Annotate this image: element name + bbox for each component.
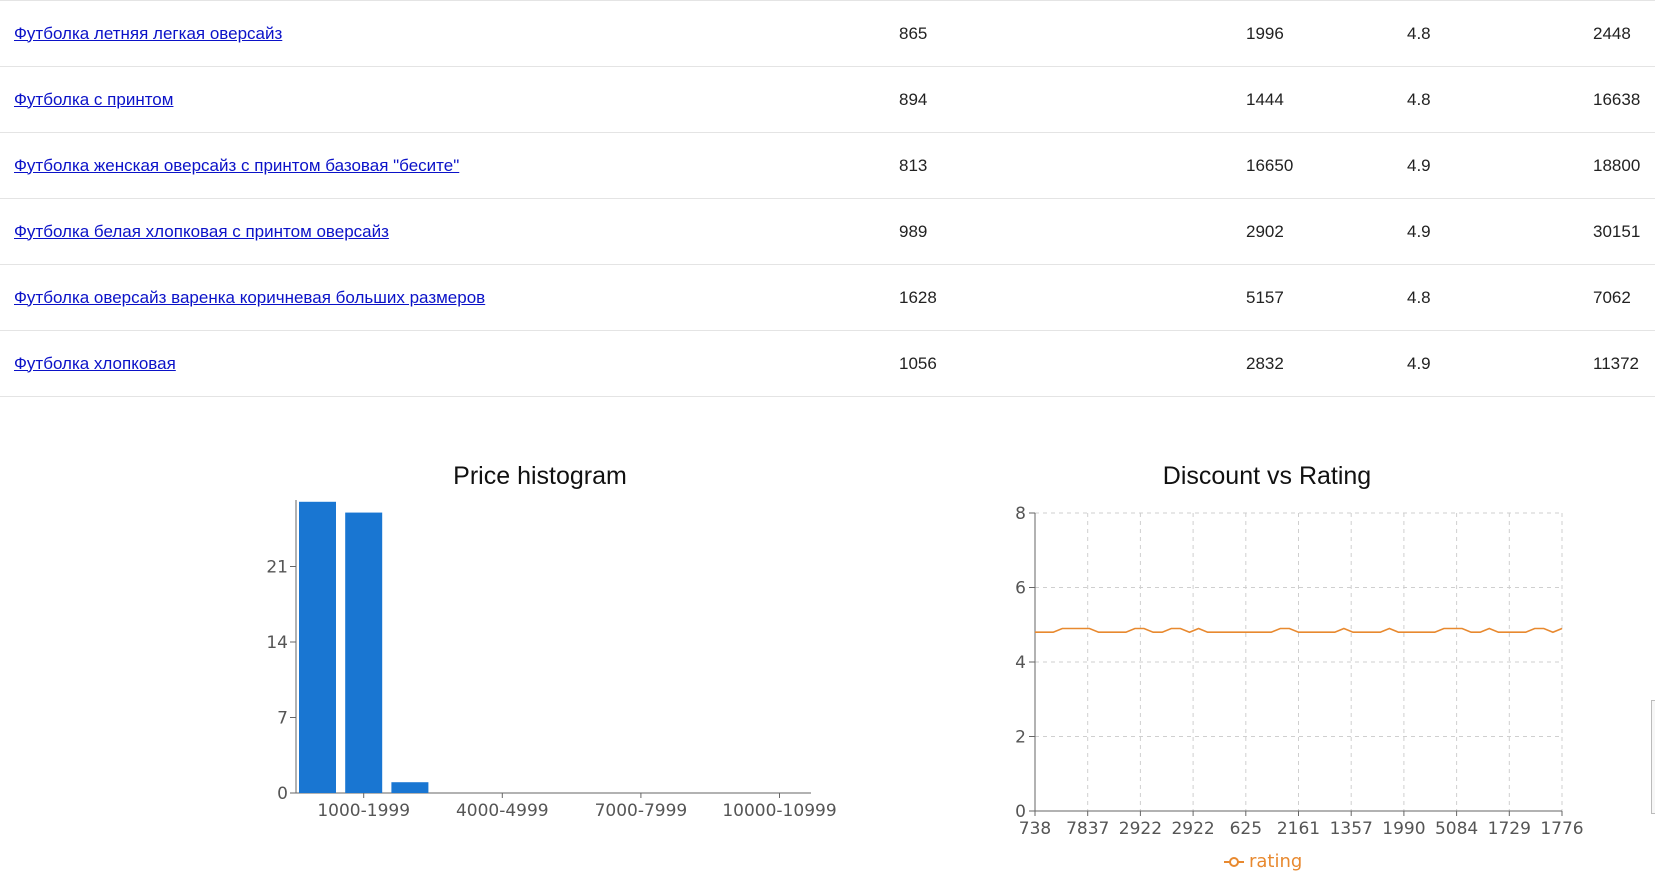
legend-line-marker-icon: [1224, 856, 1244, 867]
legend-label: rating: [1249, 851, 1303, 872]
rating-cell: 4.9: [1407, 155, 1431, 175]
product-link[interactable]: Футболка хлопковая: [14, 354, 176, 373]
x-tick-label: 5084: [1435, 819, 1478, 839]
table-row: Футболка оверсайз варенка коричневая бол…: [0, 265, 1655, 331]
x-tick-label: 7837: [1066, 819, 1109, 839]
y-tick-label: 0: [277, 784, 288, 804]
x-tick-label: 1357: [1330, 819, 1373, 839]
product-link[interactable]: Футболка женская оверсайз с принтом базо…: [14, 156, 459, 175]
x-tick-label: 10000-10999: [722, 801, 836, 821]
rating-cell: 4.8: [1407, 89, 1431, 109]
y-tick-label: 21: [266, 558, 288, 578]
table-row: Футболка хлопковая 1056 2832 4.9 11372: [0, 331, 1655, 397]
price-cell: 865: [899, 23, 928, 43]
product-name-cell: Футболка с принтом: [0, 67, 899, 133]
feedbacks-cell: 2448: [1593, 23, 1631, 43]
x-tick-label: 625: [1230, 819, 1262, 839]
price-cell: 894: [899, 89, 928, 109]
x-tick-label: 1729: [1488, 819, 1531, 839]
discount-cell: 2902: [1246, 221, 1284, 241]
product-name-cell: Футболка летняя легкая оверсайз: [0, 1, 899, 67]
x-tick-label: 1000-1999: [317, 801, 410, 821]
rating-cell: 4.8: [1407, 23, 1431, 43]
y-tick-label: 14: [266, 633, 288, 653]
histogram-title: Price histogram: [453, 462, 627, 490]
table-row: Футболка белая хлопковая с принтом оверс…: [0, 199, 1655, 265]
products-table: Футболка летняя легкая оверсайз 865 1996 4.…: [0, 0, 1655, 397]
feedbacks-cell: 7062: [1593, 287, 1631, 307]
table-row: Футболка летняя легкая оверсайз 865 1996 4.…: [0, 0, 1655, 67]
product-name-cell: Футболка оверсайз варенка коричневая бол…: [0, 265, 899, 331]
rating-cell: 4.9: [1407, 221, 1431, 241]
histogram-bar: [299, 501, 336, 793]
y-tick-label: 4: [1015, 653, 1026, 673]
price-cell: 989: [899, 221, 928, 241]
x-tick-label: 2161: [1277, 819, 1320, 839]
product-link[interactable]: Футболка с принтом: [14, 90, 173, 109]
x-tick-label: 1990: [1382, 819, 1425, 839]
price-cell: 1056: [899, 353, 937, 373]
y-tick-label: 2: [1015, 728, 1026, 748]
y-tick-label: 7: [277, 709, 288, 729]
x-tick-label: 4000-4999: [456, 801, 549, 821]
product-name-cell: Футболка белая хлопковая с принтом оверс…: [0, 199, 899, 265]
discount-cell: 1444: [1246, 89, 1284, 109]
table-row: Футболка женская оверсайз с принтом базо…: [0, 133, 1655, 199]
price-cell: 813: [899, 155, 928, 175]
price-histogram-chart: 0 7 14 21 28 1000-1999 4000-4999 7000-7999 10000…: [266, 500, 837, 821]
y-tick-label: 6: [1015, 579, 1026, 599]
product-link[interactable]: Футболка оверсайз варенка коричневая бол…: [14, 288, 485, 307]
histogram-bar: [345, 512, 383, 793]
x-tick-label: 738: [1019, 819, 1051, 839]
rating-cell: 4.9: [1407, 353, 1431, 373]
discount-cell: 16650: [1246, 155, 1294, 175]
x-tick-label: 2922: [1119, 819, 1162, 839]
x-tick-label: 7000-7999: [595, 801, 688, 821]
discount-rating-chart: 02468738 7837 2922 2922 625 2161 1357 1990 5084 1…: [1015, 504, 1583, 839]
y-tick-label: 28: [266, 500, 288, 502]
feedbacks-cell: 11372: [1593, 353, 1640, 373]
rating-cell: 4.8: [1407, 287, 1431, 307]
product-name-cell: Футболка женская оверсайз с принтом базо…: [0, 133, 899, 199]
feedbacks-cell: 18800: [1593, 155, 1641, 175]
table-row: Футболка с принтом 894 1444 4.8 16638: [0, 67, 1655, 133]
line-chart-title: Discount vs Rating: [1162, 462, 1372, 490]
histogram-bar: [391, 782, 429, 793]
discount-cell: 5157: [1246, 287, 1284, 307]
product-link[interactable]: Футболка белая хлопковая с принтом оверс…: [14, 222, 389, 241]
series-line-rating: [1035, 627, 1563, 634]
y-tick-label: 8: [1015, 504, 1026, 524]
discount-cell: 1996: [1246, 23, 1284, 43]
x-tick-label: 1776: [1540, 819, 1583, 839]
price-cell: 1628: [899, 287, 937, 307]
feedbacks-cell: 16638: [1593, 89, 1641, 109]
product-name-cell: Футболка хлопковая: [0, 331, 899, 397]
feedbacks-cell: 30151: [1593, 221, 1641, 241]
scrollbar-edge[interactable]: [1651, 700, 1655, 814]
line-legend[interactable]: rating: [1223, 851, 1302, 872]
discount-cell: 2832: [1246, 353, 1284, 373]
product-link[interactable]: Футболка летняя легкая оверсайз: [14, 24, 282, 43]
x-tick-label: 2922: [1171, 819, 1214, 839]
